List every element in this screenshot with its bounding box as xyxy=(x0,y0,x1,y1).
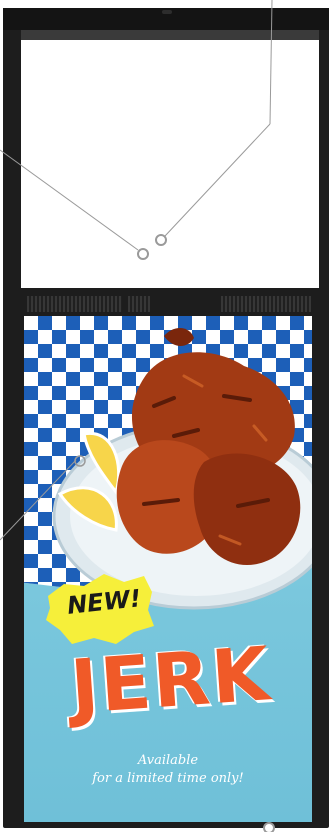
camera-icon xyxy=(162,10,172,14)
top-bezel xyxy=(3,8,329,30)
chicken-image xyxy=(116,327,301,565)
product-headline: JERK xyxy=(68,631,274,731)
tagline-line-2: for a limited time only! xyxy=(92,771,244,786)
speaker-grille-left xyxy=(27,296,122,312)
food-illustration xyxy=(46,327,312,644)
speaker-grille-right xyxy=(221,296,311,312)
speaker-grille-center xyxy=(128,296,150,312)
upper-screen xyxy=(21,40,319,288)
upper-screen-bar xyxy=(21,30,319,40)
lower-screen-ad: NEW! JERK Available for a limited time o… xyxy=(24,316,312,822)
tagline-line-1: Available xyxy=(137,753,199,768)
